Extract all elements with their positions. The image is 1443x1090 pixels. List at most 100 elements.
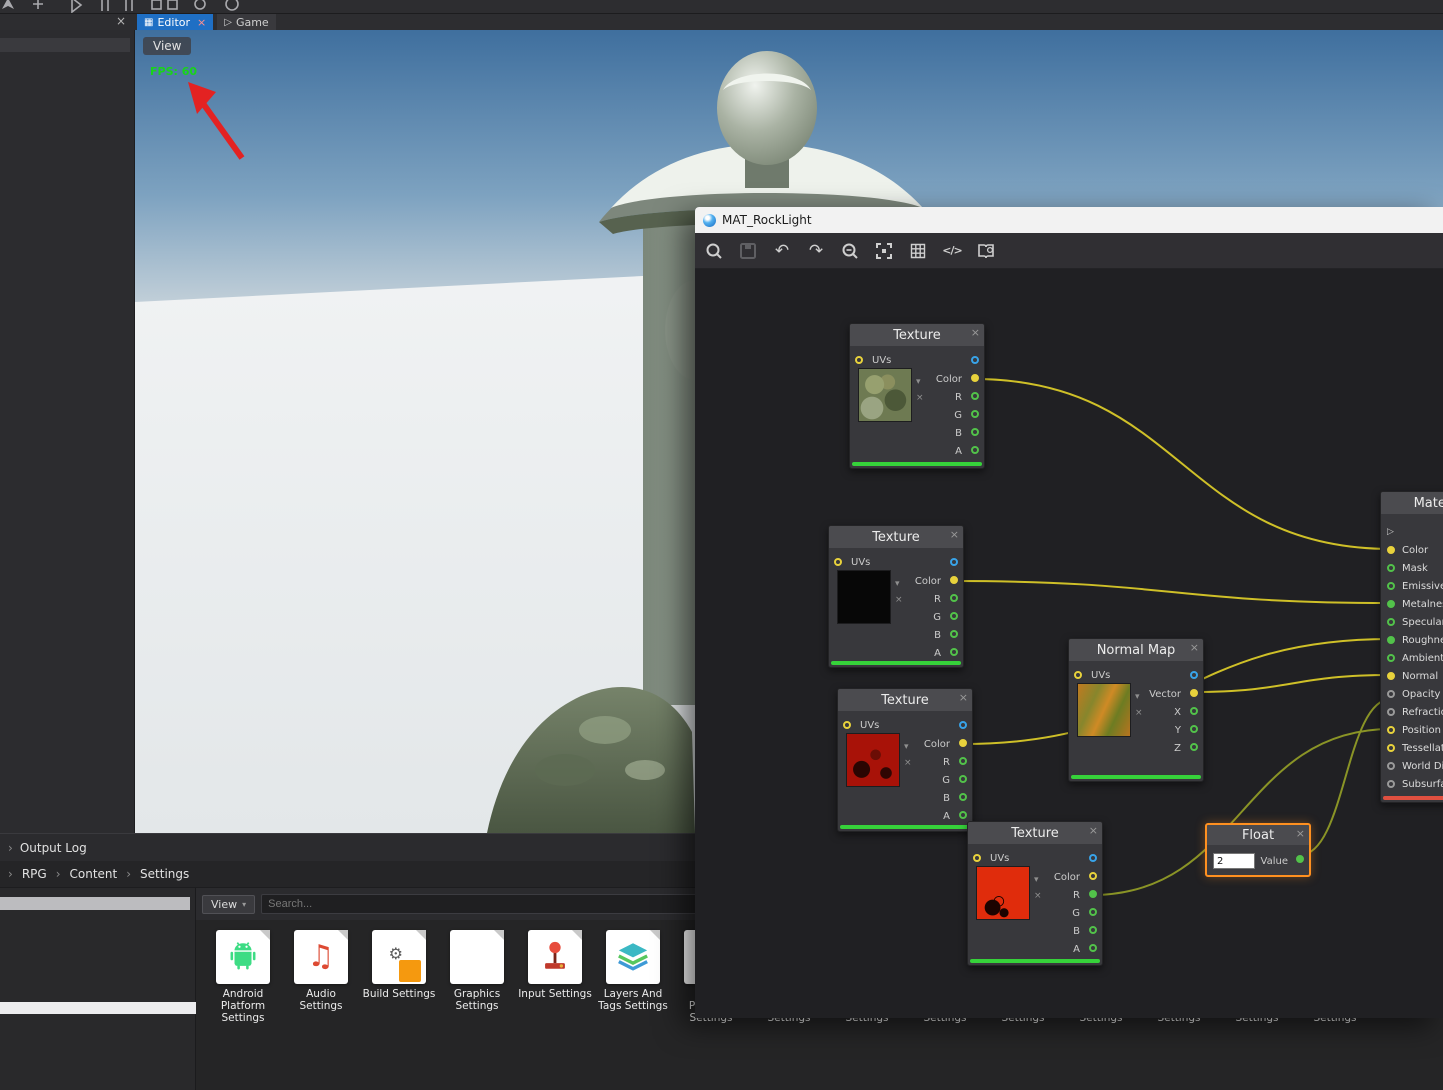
- chevron-down-icon[interactable]: ▾: [904, 743, 909, 752]
- zoom-icon[interactable]: [839, 240, 861, 262]
- tab-close-icon[interactable]: ×: [197, 16, 206, 29]
- port-vector[interactable]: [1190, 689, 1198, 697]
- tab-game[interactable]: ▷ Game: [217, 14, 275, 30]
- port-tessellation[interactable]: [1387, 744, 1395, 752]
- impulse-port-icon[interactable]: ▷: [1387, 527, 1394, 537]
- port-position-offset[interactable]: [1387, 726, 1395, 734]
- main-toolbar[interactable]: [0, 0, 1443, 14]
- port-uvs[interactable]: [973, 854, 981, 862]
- material-editor-window[interactable]: MAT_RockLight ↶ ↷ </>: [695, 207, 1443, 1018]
- asset-tile-graphics-settings[interactable]: Graphics Settings: [444, 930, 510, 1012]
- port-a[interactable]: [959, 811, 967, 819]
- node-texture-red[interactable]: Texture×UVs▾×ColorRGBA: [837, 688, 973, 832]
- float-value-input[interactable]: [1213, 853, 1255, 869]
- port-color[interactable]: [971, 374, 979, 382]
- fit-view-icon[interactable]: [873, 240, 895, 262]
- clear-icon[interactable]: ×: [916, 394, 924, 403]
- texture-thumbnail[interactable]: [846, 733, 900, 787]
- texture-thumbnail[interactable]: [858, 368, 912, 422]
- port-a[interactable]: [1089, 944, 1097, 952]
- asset-tile-build-settings[interactable]: ⚙Build Settings: [366, 930, 432, 1000]
- close-icon[interactable]: ×: [950, 528, 959, 541]
- texture-thumbnail[interactable]: [837, 570, 891, 624]
- redo-icon[interactable]: ↷: [805, 240, 827, 262]
- port-ambient-occlusion[interactable]: [1387, 654, 1395, 662]
- port-subsurface-color[interactable]: [1387, 780, 1395, 788]
- port-value[interactable]: [1296, 855, 1304, 863]
- port-normal[interactable]: [1387, 672, 1395, 680]
- breadcrumb-content[interactable]: Content: [70, 867, 118, 881]
- port-r[interactable]: [971, 392, 979, 400]
- node-texture-bottom[interactable]: Texture×UVs▾×ColorRGBA: [967, 821, 1103, 966]
- breadcrumb-settings[interactable]: Settings: [140, 867, 189, 881]
- port-r[interactable]: [950, 594, 958, 602]
- port-a[interactable]: [950, 648, 958, 656]
- clear-icon[interactable]: ×: [1135, 709, 1143, 718]
- chevron-down-icon[interactable]: ▾: [895, 580, 900, 589]
- grid-icon[interactable]: [907, 240, 929, 262]
- chevron-down-icon[interactable]: ▾: [916, 378, 921, 387]
- chevron-down-icon[interactable]: ▾: [1034, 876, 1039, 885]
- code-view-icon[interactable]: </>: [941, 240, 963, 262]
- close-icon[interactable]: ×: [1089, 824, 1098, 837]
- port-color[interactable]: [950, 576, 958, 584]
- expander-icon[interactable]: ›: [8, 841, 13, 855]
- node-material[interactable]: Material ▷ColorMaskEmissiveMetalnessSpec…: [1380, 491, 1443, 803]
- port-object[interactable]: [1190, 671, 1198, 679]
- port-refraction[interactable]: [1387, 708, 1395, 716]
- port-b[interactable]: [1089, 926, 1097, 934]
- close-icon[interactable]: ×: [959, 691, 968, 704]
- port-metalness[interactable]: [1387, 600, 1395, 608]
- port-world-displacement[interactable]: [1387, 762, 1395, 770]
- port-color[interactable]: [959, 739, 967, 747]
- port-uvs[interactable]: [843, 721, 851, 729]
- port-b[interactable]: [950, 630, 958, 638]
- port-r[interactable]: [959, 757, 967, 765]
- undo-icon[interactable]: ↶: [771, 240, 793, 262]
- port-object[interactable]: [1089, 854, 1097, 862]
- port-z[interactable]: [1190, 743, 1198, 751]
- port-uvs[interactable]: [1074, 671, 1082, 679]
- close-icon[interactable]: ×: [971, 326, 980, 339]
- port-g[interactable]: [950, 612, 958, 620]
- panel-close-icon[interactable]: ×: [116, 14, 126, 28]
- node-texture-mid[interactable]: Texture×UVs▾×ColorRGBA: [828, 525, 964, 668]
- asset-tile-layers-and-tags-settings[interactable]: Layers And Tags Settings: [600, 930, 666, 1012]
- asset-tile-audio-settings[interactable]: ♫Audio Settings: [288, 930, 354, 1012]
- port-specular[interactable]: [1387, 618, 1395, 626]
- tree-selected-row[interactable]: [0, 897, 190, 910]
- port-color[interactable]: [1387, 546, 1395, 554]
- port-g[interactable]: [1089, 908, 1097, 916]
- port-object[interactable]: [959, 721, 967, 729]
- port-opacity[interactable]: [1387, 690, 1395, 698]
- close-icon[interactable]: ×: [1190, 641, 1199, 654]
- breadcrumb-rpg[interactable]: RPG: [22, 867, 47, 881]
- tab-editor[interactable]: ▦ Editor ×: [137, 14, 213, 30]
- port-b[interactable]: [971, 428, 979, 436]
- port-object[interactable]: [950, 558, 958, 566]
- save-icon[interactable]: [737, 240, 759, 262]
- port-emissive[interactable]: [1387, 582, 1395, 590]
- port-r[interactable]: [1089, 890, 1097, 898]
- port-a[interactable]: [971, 446, 979, 454]
- content-tree-panel[interactable]: [0, 888, 196, 1090]
- window-titlebar[interactable]: MAT_RockLight: [695, 207, 1443, 233]
- port-object[interactable]: [971, 356, 979, 364]
- viewport-view-menu[interactable]: View: [143, 37, 191, 55]
- docs-icon[interactable]: [975, 240, 997, 262]
- port-y[interactable]: [1190, 725, 1198, 733]
- asset-tile-input-settings[interactable]: Input Settings: [522, 930, 588, 1000]
- port-uvs[interactable]: [855, 356, 863, 364]
- search-icon[interactable]: [703, 240, 725, 262]
- node-graph-canvas[interactable]: Float × Value Material ▷ColorMaskEmissiv…: [695, 269, 1443, 1018]
- port-x[interactable]: [1190, 707, 1198, 715]
- port-b[interactable]: [959, 793, 967, 801]
- asset-tile-android-platform-settings[interactable]: Android Platform Settings: [210, 930, 276, 1024]
- texture-thumbnail[interactable]: [1077, 683, 1131, 737]
- port-roughness[interactable]: [1387, 636, 1395, 644]
- port-color[interactable]: [1089, 872, 1097, 880]
- tree-highlight-row[interactable]: [0, 1002, 196, 1014]
- port-uvs[interactable]: [834, 558, 842, 566]
- node-texture-top[interactable]: Texture×UVs▾×ColorRGBA: [849, 323, 985, 469]
- clear-icon[interactable]: ×: [904, 759, 912, 768]
